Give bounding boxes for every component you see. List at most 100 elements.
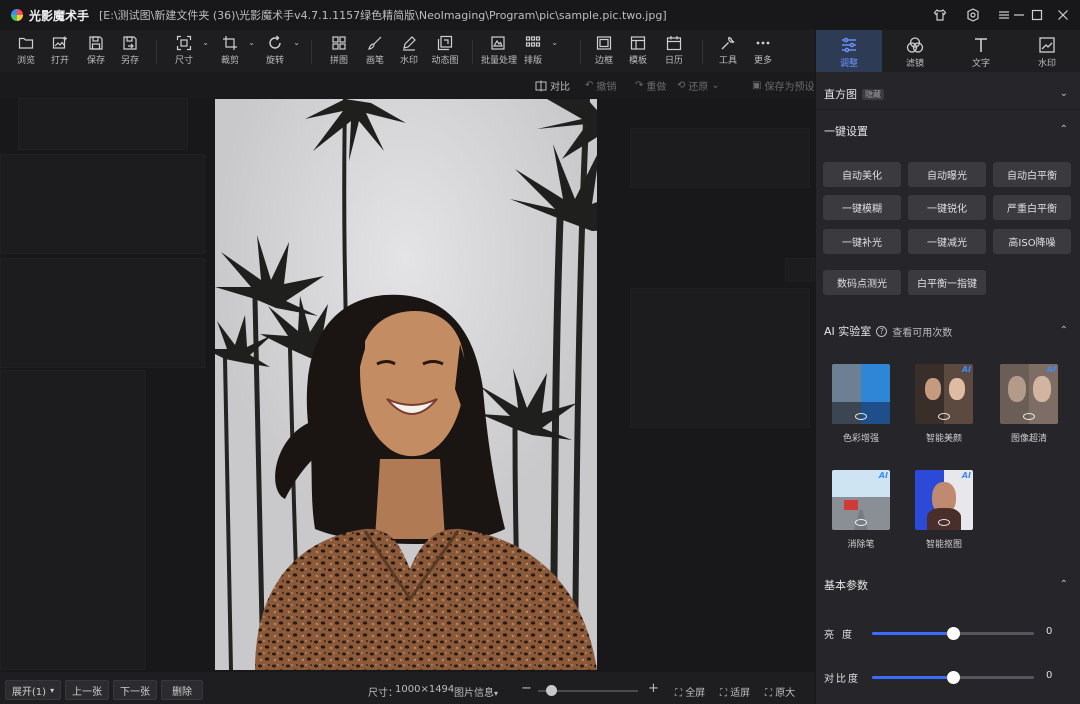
- zoom-out-icon[interactable]: −: [521, 681, 532, 696]
- save-preset-button[interactable]: ▣ 保存为预设: [752, 78, 814, 93]
- fit-screen-button[interactable]: ⛶ 适屏: [720, 684, 750, 699]
- minimize-icon[interactable]: [1009, 5, 1029, 25]
- toolbar-frame[interactable]: 边框: [587, 35, 621, 66]
- chevron-up-icon[interactable]: ⌃: [1060, 124, 1068, 135]
- brightness-slider[interactable]: 亮度 0: [824, 626, 1074, 641]
- original-size-button[interactable]: ⛶ 原大: [765, 684, 795, 699]
- ai-lab-header[interactable]: AI 实验室 ? 查看可用次数: [824, 323, 952, 339]
- background-ghost-panel: [630, 128, 810, 188]
- close-icon[interactable]: [1053, 5, 1073, 25]
- background-ghost-panel: [630, 288, 810, 428]
- toolbar-save[interactable]: 保存: [79, 35, 113, 66]
- toolbar-rotate[interactable]: 旋转 ⌄: [258, 35, 300, 66]
- toolbar-tools[interactable]: 工具: [711, 35, 745, 66]
- chevron-down-icon[interactable]: ⌄: [551, 38, 558, 47]
- compare-button[interactable]: 对比: [535, 78, 570, 93]
- skin-icon[interactable]: [930, 5, 950, 25]
- maximize-icon[interactable]: [1027, 5, 1047, 25]
- toolbar-gif[interactable]: 动态图: [428, 35, 462, 66]
- fill-light-button[interactable]: 一键补光: [823, 229, 901, 254]
- chevron-down-icon[interactable]: ⌄: [1060, 88, 1068, 99]
- zoom-slider-knob[interactable]: [546, 685, 557, 696]
- quick-settings-title: 一键设置: [824, 125, 868, 138]
- save-preset-label: 保存为预设: [764, 82, 815, 93]
- photo-preview[interactable]: [215, 99, 597, 670]
- ai-lab-remaining-link[interactable]: 查看可用次数: [892, 324, 952, 339]
- fit-screen-icon: ⛶: [720, 688, 727, 699]
- toolbar-browse[interactable]: 浏览: [9, 35, 43, 66]
- toolbar-open[interactable]: 打开: [43, 35, 77, 66]
- tab-watermark[interactable]: 水印: [1014, 30, 1080, 72]
- delete-image-button[interactable]: 删除: [161, 680, 203, 700]
- image-canvas[interactable]: [0, 98, 815, 672]
- tab-adjust[interactable]: 调整: [816, 30, 882, 72]
- high-iso-denoise-button[interactable]: 高ISO降噪: [993, 229, 1071, 254]
- chevron-down-icon[interactable]: ⌄: [293, 38, 300, 47]
- auto-exposure-button[interactable]: 自动曝光: [908, 162, 986, 187]
- fullscreen-button[interactable]: ⛶ 全屏: [675, 684, 705, 699]
- histogram-hide-badge[interactable]: 隐藏: [862, 88, 884, 100]
- zoom-slider[interactable]: [538, 685, 638, 696]
- watermark-tab-icon: [1039, 37, 1055, 53]
- batch-icon: [491, 36, 505, 50]
- settings-icon[interactable]: [963, 5, 983, 25]
- ai-eraser[interactable]: AI 消除笔: [830, 470, 892, 550]
- ai-color-enhance[interactable]: 色彩增强: [830, 364, 892, 444]
- contrast-knob[interactable]: [947, 671, 960, 684]
- chevron-up-icon[interactable]: ⌃: [1060, 325, 1068, 336]
- image-info-button[interactable]: 图片信息▾: [454, 684, 498, 699]
- contrast-track[interactable]: [872, 671, 1034, 684]
- fit-screen-label: 适屏: [730, 688, 751, 699]
- watermark-icon: [403, 36, 416, 51]
- severe-white-balance-button[interactable]: 严重白平衡: [993, 195, 1071, 220]
- brightness-track[interactable]: [872, 627, 1034, 640]
- chevron-down-icon[interactable]: ⌄: [248, 38, 255, 47]
- chevron-down-icon[interactable]: ⌄: [202, 38, 209, 47]
- undo-button[interactable]: ↶ 撤销: [585, 78, 616, 93]
- toolbar-more[interactable]: 更多: [746, 35, 780, 66]
- original-size-label: 原大: [775, 688, 796, 699]
- toolbar-template[interactable]: 模板: [621, 35, 655, 66]
- reduce-light-button[interactable]: 一键减光: [908, 229, 986, 254]
- spot-metering-button[interactable]: 数码点测光: [823, 270, 901, 295]
- brightness-knob[interactable]: [947, 627, 960, 640]
- toolbar-crop[interactable]: 裁剪 ⌄: [213, 35, 255, 66]
- ai-item-label: 色彩增强: [842, 434, 879, 444]
- toolbar-calendar[interactable]: 日历: [657, 35, 691, 66]
- toolbar-layout[interactable]: 排版 ⌄: [516, 35, 558, 66]
- ai-smart-cutout[interactable]: AI 智能抠图: [913, 470, 975, 550]
- tab-label: 调整: [839, 59, 858, 69]
- open-image-icon: [52, 36, 67, 49]
- zoom-in-icon[interactable]: +: [648, 681, 659, 696]
- toolbar-brush[interactable]: 画笔: [358, 35, 392, 66]
- quick-settings-header[interactable]: 一键设置: [824, 123, 868, 139]
- toolbar-resize[interactable]: 尺寸 ⌄: [167, 35, 209, 66]
- contrast-slider[interactable]: 对比度 0: [824, 670, 1074, 685]
- histogram-header[interactable]: 直方图 隐藏: [824, 86, 884, 102]
- restore-label: 还原: [688, 82, 709, 93]
- ai-item-label: 智能美颜: [925, 434, 962, 444]
- toolbar-batch[interactable]: 批量处理: [481, 35, 517, 66]
- auto-enhance-button[interactable]: 自动美化: [823, 162, 901, 187]
- ai-eraser-thumbnail: AI: [832, 470, 890, 530]
- auto-white-balance-button[interactable]: 自动白平衡: [993, 162, 1071, 187]
- ai-smart-beauty[interactable]: AI 智能美颜: [913, 364, 975, 444]
- toolbar-watermark[interactable]: 水印: [392, 35, 426, 66]
- prev-image-button[interactable]: 上一张: [65, 680, 109, 700]
- collage-icon: [332, 36, 346, 50]
- white-balance-pick-button[interactable]: 白平衡一指键: [908, 270, 986, 295]
- ai-super-resolution[interactable]: AI 图像超清: [998, 364, 1060, 444]
- help-icon[interactable]: ?: [876, 325, 888, 337]
- basic-params-header[interactable]: 基本参数: [824, 577, 868, 593]
- view-mode-select[interactable]: 展开(1) ▾: [5, 680, 61, 700]
- restore-button[interactable]: ⟲ 还原 ⌄: [677, 78, 720, 93]
- tab-filter[interactable]: 滤镜: [882, 30, 948, 72]
- toolbar-save-as[interactable]: 另存: [113, 35, 147, 66]
- one-click-blur-button[interactable]: 一键模糊: [823, 195, 901, 220]
- tab-text[interactable]: 文字: [948, 30, 1014, 72]
- redo-button[interactable]: ↷ 重做: [635, 78, 666, 93]
- next-image-button[interactable]: 下一张: [113, 680, 157, 700]
- chevron-up-icon[interactable]: ⌃: [1060, 579, 1068, 590]
- one-click-sharpen-button[interactable]: 一键锐化: [908, 195, 986, 220]
- toolbar-collage[interactable]: 拼图: [322, 35, 356, 66]
